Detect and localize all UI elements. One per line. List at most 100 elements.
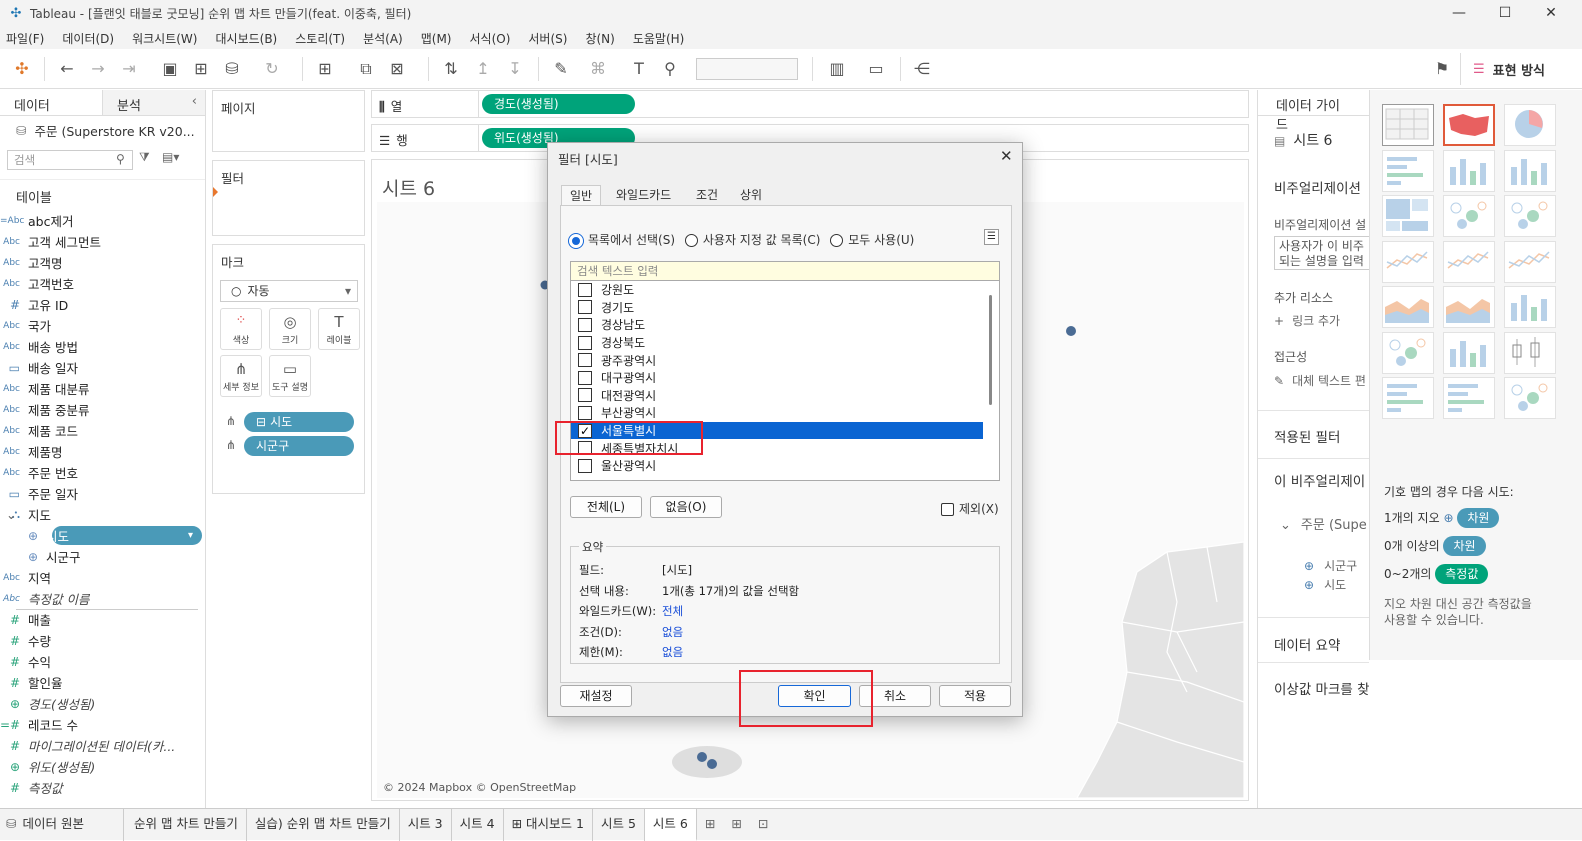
chart-thumb-circ[interactable] [1443, 195, 1495, 237]
map-point[interactable] [697, 752, 707, 762]
chart-thumb-line2[interactable] [1443, 240, 1495, 283]
chart-thumb-hbar[interactable] [1382, 149, 1434, 192]
chart-thumb-map[interactable] [1443, 104, 1495, 146]
checkbox[interactable] [578, 370, 592, 385]
description-input[interactable]: 사용자가 이 비주 되는 설명을 입력 [1274, 236, 1369, 270]
filters-shelf[interactable]: 필터 [212, 160, 365, 236]
search-text-input[interactable]: 검색 텍스트 입력 [570, 261, 1000, 281]
tableau-home-icon[interactable]: ✣ [11, 58, 33, 80]
field-item[interactable]: =Abc abc제거 [0, 210, 205, 231]
checkbox[interactable] [578, 458, 592, 473]
chart-thumb-vbar3[interactable] [1504, 286, 1556, 328]
label-button[interactable]: T 레이블 [318, 308, 360, 350]
close-window-button[interactable]: ✕ [1528, 0, 1574, 27]
checkbox[interactable] [578, 405, 592, 420]
field-item[interactable]: Abc 국가 [0, 315, 205, 336]
chart-thumb-box[interactable] [1504, 331, 1556, 374]
checkbox[interactable] [578, 300, 592, 315]
chart-thumb-line[interactable] [1382, 240, 1434, 283]
mark-pill-sido[interactable]: ⊟ 시도 [244, 412, 354, 432]
field-item[interactable]: Abc 고객번호 [0, 273, 205, 294]
field-item[interactable]: Abc 지역 [0, 567, 205, 588]
summary-link[interactable]: 없음 [662, 644, 683, 660]
tab-wildcard[interactable]: 와일드카드 [608, 185, 679, 205]
replay-icon[interactable]: ⇥ [118, 58, 140, 80]
chart-thumb-area2[interactable] [1443, 286, 1495, 328]
refresh-icon[interactable]: ↻ [261, 58, 283, 80]
pages-shelf[interactable]: 페이지 [212, 90, 365, 152]
chart-thumb-vbar2[interactable] [1504, 149, 1556, 192]
filter-value-item[interactable]: 광주광역시 [571, 351, 999, 369]
new-story-tab-icon[interactable]: ⊡ [750, 809, 776, 841]
exclude-checkbox[interactable]: 제외(X) [941, 500, 999, 517]
field-item[interactable]: Abc 제품 대분류 [0, 378, 205, 399]
columns-shelf[interactable]: ⫼ 열 경도(생성됨) [371, 90, 1249, 118]
chart-thumb-gantt[interactable] [1382, 377, 1434, 419]
tab-analysis[interactable]: 분석 ‹ [103, 90, 205, 115]
list-options-icon[interactable]: ☰ [984, 229, 999, 245]
field-item[interactable]: ⊕ 경도(생성됨) [0, 693, 205, 714]
tab-condition[interactable]: 조건 [688, 185, 726, 205]
alt-text-button[interactable]: ✎ 대체 텍스트 편 [1274, 372, 1366, 389]
filter-value-item[interactable]: 경상북도 [571, 334, 999, 352]
chart-thumb-scatter[interactable] [1382, 331, 1434, 374]
chart-thumb-table[interactable] [1382, 104, 1434, 146]
checkbox[interactable] [578, 353, 592, 368]
radio-all[interactable]: 모두 사용(U) [830, 233, 914, 247]
new-sheet-icon[interactable]: ⊞ [314, 58, 336, 80]
sheet-tab[interactable]: 시트 6 [644, 808, 697, 841]
field-item[interactable]: # 할인율 [0, 672, 205, 693]
fit-dropdown[interactable] [696, 58, 798, 80]
filter-value-item[interactable]: 경기도 [571, 299, 999, 317]
reset-button[interactable]: 재설정 [560, 685, 632, 707]
menu-item[interactable]: 워크시트(W) [132, 30, 197, 47]
field-item[interactable]: ⌄ ⛬ 지도 [0, 504, 205, 525]
checkbox[interactable] [578, 335, 592, 350]
field-item[interactable]: Abc 제품명 [0, 441, 205, 462]
field-item[interactable]: ▾ ⊕ 시도 [0, 525, 205, 546]
filter-value-item[interactable]: 강원도 [571, 281, 999, 299]
color-button[interactable]: ⁘ 색상 [220, 308, 262, 350]
field-item[interactable]: Abc 제품 코드 [0, 420, 205, 441]
sheet-tab[interactable]: 실습) 순위 맵 차트 만들기 [247, 808, 400, 841]
summary-link[interactable]: 전체 [662, 603, 683, 619]
tab-general[interactable]: 일반 [561, 185, 602, 205]
apply-button[interactable]: 적용 [939, 685, 1011, 707]
sheet-tab[interactable]: 시트 5 [593, 808, 645, 841]
chart-thumb-vbar[interactable] [1443, 149, 1495, 192]
radio-custom[interactable]: 사용자 지정 값 목록(C) [684, 233, 820, 247]
new-datasource-icon[interactable]: ⊞ [190, 58, 212, 80]
detail-button[interactable]: ⋔ 세부 정보 [220, 355, 262, 397]
size-button[interactable]: ◎ 크기 [269, 308, 311, 350]
field-item[interactable]: # 측정값 [0, 777, 205, 798]
field-item[interactable]: Abc 고객 세그먼트 [0, 231, 205, 252]
menu-item[interactable]: 도움말(H) [633, 30, 685, 47]
chart-thumb-tree[interactable] [1382, 195, 1434, 237]
menu-item[interactable]: 맵(M) [421, 30, 452, 47]
field-item[interactable]: Abc 제품 중분류 [0, 399, 205, 420]
chart-thumb-area[interactable] [1382, 286, 1434, 328]
minimize-button[interactable]: — [1436, 0, 1482, 27]
sheet-tab[interactable]: 순위 맵 차트 만들기 [124, 808, 247, 841]
pin-icon[interactable]: ⚲ [659, 58, 681, 80]
map-point[interactable] [707, 759, 717, 769]
radio-list[interactable]: 목록에서 선택(S) [569, 233, 675, 248]
menu-item[interactable]: 파일(F) [6, 30, 44, 47]
summary-link[interactable]: 없음 [662, 624, 683, 640]
sort-desc-icon[interactable]: ↧ [504, 58, 526, 80]
mark-type-dropdown[interactable]: ○ 자동 ▾ [220, 280, 358, 302]
select-all-button[interactable]: 전체(L) [570, 496, 642, 518]
chart-thumb-circ2[interactable] [1504, 195, 1556, 237]
field-item[interactable]: # 매출 [0, 609, 205, 630]
field-item[interactable]: Abc 주문 번호 [0, 462, 205, 483]
sheet-tab[interactable]: ⊞ 대시보드 1 [504, 808, 593, 841]
chart-thumb-pie[interactable] [1504, 104, 1556, 146]
field-item[interactable]: ⊕ 위도(생성됨) [0, 756, 205, 777]
highlight-icon[interactable]: ✎ [550, 58, 572, 80]
tooltip-button[interactable]: ▭ 도구 설명 [269, 355, 311, 397]
chart-thumb-bullet[interactable] [1443, 377, 1495, 419]
swap-icon[interactable]: ⇅ [440, 58, 462, 80]
dialog-close-button[interactable]: ✕ [1000, 147, 1013, 165]
filter-value-item[interactable]: 울산광역시 [571, 457, 999, 475]
checkbox[interactable] [578, 282, 592, 297]
